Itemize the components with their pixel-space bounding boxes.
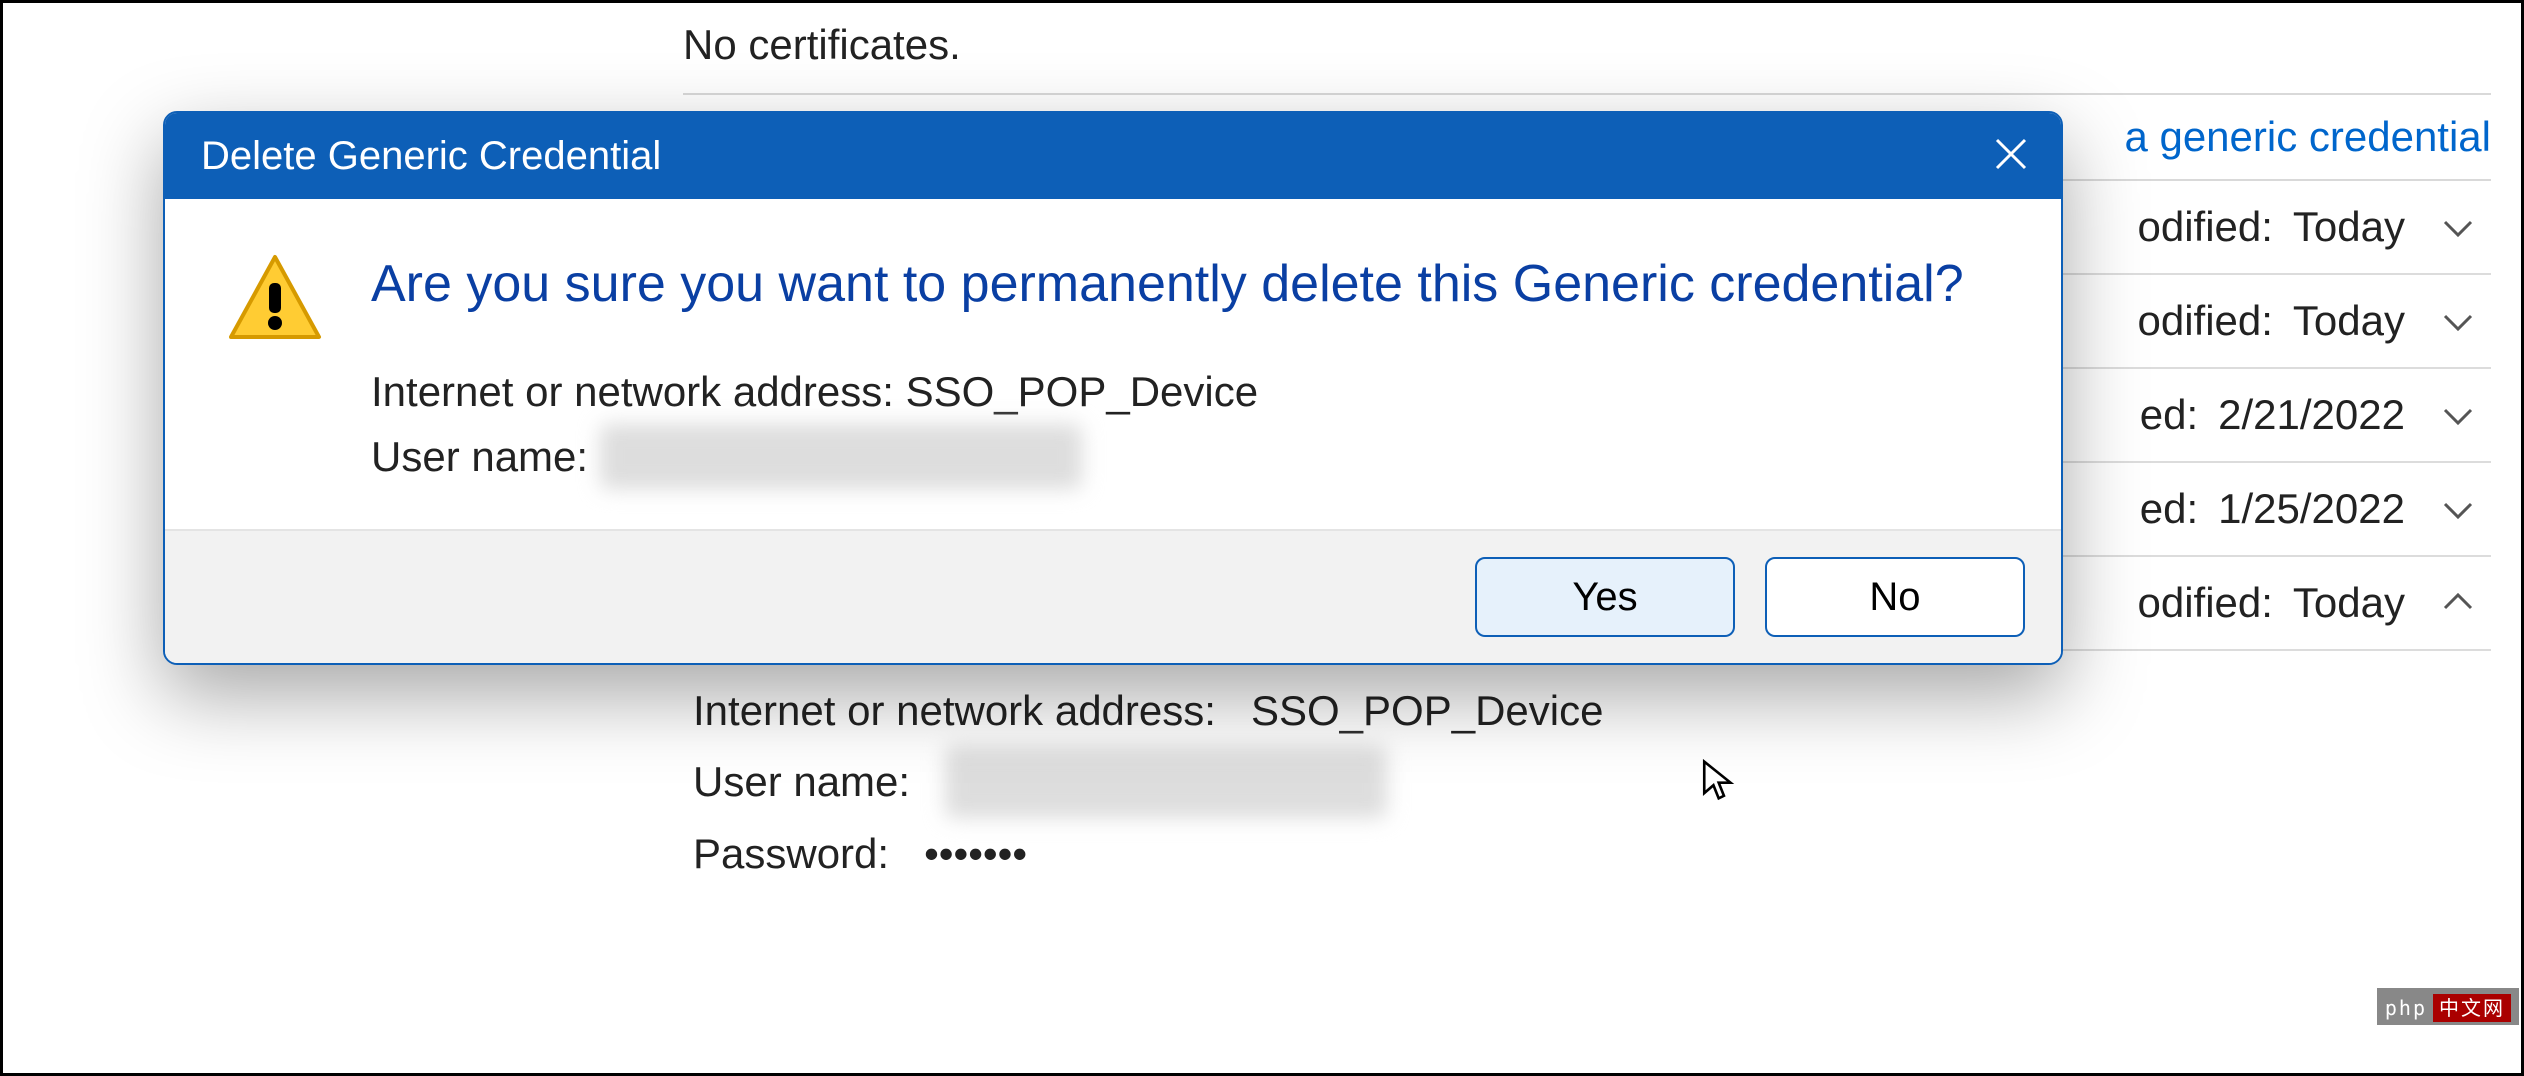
dialog-username-value: redacted username: [600, 424, 1082, 489]
certificates-section: No certificates.: [683, 3, 2491, 95]
detail-address-row: Internet or network address: SSO_POP_Dev…: [693, 675, 2481, 746]
detail-address-value: SSO_POP_Device: [1251, 687, 1604, 734]
detail-password-row: Password: •••••••: [693, 818, 2481, 889]
add-generic-credential-link[interactable]: a generic credential: [2124, 113, 2491, 161]
credential-modified-label: odified:: [2137, 297, 2272, 345]
dialog-body: Are you sure you want to permanently del…: [165, 199, 2061, 529]
credential-modified-label: ed:: [2140, 391, 2198, 439]
close-icon: [1991, 134, 2031, 179]
dialog-button-row: Yes No: [165, 529, 2061, 663]
chevron-down-icon[interactable]: [2435, 392, 2481, 438]
chevron-up-icon[interactable]: [2435, 580, 2481, 626]
detail-username-value: redacted username: [945, 746, 1387, 817]
credential-modified-label: ed:: [2140, 485, 2198, 533]
credential-modified-value: Today: [2293, 297, 2405, 345]
credential-modified-value: 2/21/2022: [2218, 391, 2405, 439]
detail-address-label: Internet or network address:: [693, 687, 1216, 734]
credential-modified-value: Today: [2293, 203, 2405, 251]
dialog-text-block: Are you sure you want to permanently del…: [371, 249, 2001, 489]
detail-username-label: User name:: [693, 758, 910, 805]
credential-modified-value: Today: [2293, 579, 2405, 627]
credential-detail-panel: Internet or network address: SSO_POP_Dev…: [683, 651, 2491, 913]
watermark-left: php: [2385, 996, 2427, 1020]
dialog-address-label: Internet or network address:: [371, 368, 894, 415]
no-certificates-text: No certificates.: [683, 21, 2491, 69]
delete-credential-dialog: Delete Generic Credential Are you sure y…: [163, 111, 2063, 665]
dialog-title: Delete Generic Credential: [201, 134, 661, 179]
watermark: php中文网: [2377, 988, 2519, 1025]
chevron-down-icon[interactable]: [2435, 204, 2481, 250]
dialog-address-value: SSO_POP_Device: [906, 368, 1259, 415]
watermark-right: 中文网: [2433, 994, 2511, 1022]
credential-modified-label: odified:: [2137, 579, 2272, 627]
dialog-info: Internet or network address: SSO_POP_Dev…: [371, 359, 2001, 489]
credential-modified-label: odified:: [2137, 203, 2272, 251]
dialog-username-label: User name:: [371, 433, 588, 480]
chevron-down-icon[interactable]: [2435, 298, 2481, 344]
chevron-down-icon[interactable]: [2435, 486, 2481, 532]
dialog-address-row: Internet or network address: SSO_POP_Dev…: [371, 359, 2001, 424]
dialog-username-row: User name: redacted username: [371, 424, 2001, 489]
dialog-headline: Are you sure you want to permanently del…: [371, 249, 2001, 319]
no-button[interactable]: No: [1765, 557, 2025, 637]
warning-icon: [225, 249, 325, 489]
credential-modified-value: 1/25/2022: [2218, 485, 2405, 533]
close-button[interactable]: [1981, 126, 2041, 186]
page-root: No certificates. a generic credential od…: [0, 0, 2524, 1076]
detail-password-label: Password:: [693, 830, 889, 877]
detail-username-row: User name: redacted username: [693, 746, 2481, 817]
dialog-titlebar: Delete Generic Credential: [165, 113, 2061, 199]
detail-password-value: •••••••: [924, 830, 1027, 877]
yes-button[interactable]: Yes: [1475, 557, 1735, 637]
